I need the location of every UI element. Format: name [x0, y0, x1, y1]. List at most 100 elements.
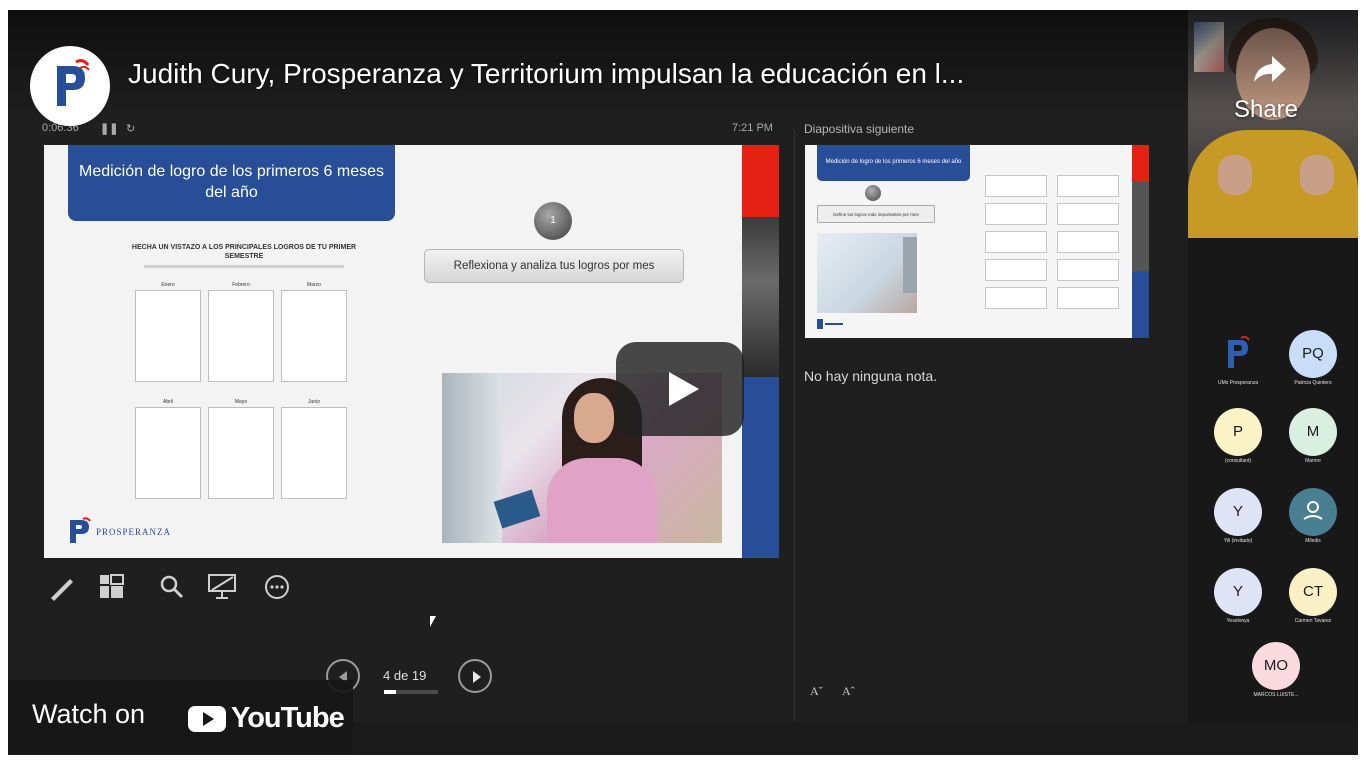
zoom-icon[interactable]	[156, 572, 188, 602]
youtube-wordmark: YouTube	[231, 702, 345, 734]
participant-name: MARCOS LUISTE...	[1253, 692, 1299, 698]
avatar	[1289, 488, 1337, 536]
video-title[interactable]: Judith Cury, Prosperanza y Territorium i…	[128, 58, 1203, 90]
next-slide-accent-red	[1132, 145, 1149, 181]
watch-on-label: Watch on	[32, 699, 146, 729]
participant-tile[interactable]: MO MARCOS LUISTE...	[1231, 642, 1311, 704]
participants-panel: UMx Prosperanza PQ Patricia Quintero P (…	[1188, 238, 1358, 722]
prosperanza-logo-icon	[70, 517, 91, 543]
month-label: Mayo	[234, 399, 248, 405]
participant-tile[interactable]: M Manrre	[1268, 408, 1348, 470]
avatar: CT	[1289, 568, 1337, 616]
screen-icon[interactable]	[206, 572, 238, 602]
avatar: PQ	[1289, 330, 1337, 378]
avatar	[1214, 330, 1262, 378]
month-label: Febrero	[232, 282, 250, 288]
next-slide-instruction: Define los logros más importantes por me…	[817, 205, 935, 223]
next-slide-preview[interactable]: Medición de logro de los primeros 6 mese…	[805, 145, 1149, 338]
month-label: Abril	[162, 399, 173, 405]
participant-tile[interactable]: CT Carmen Tavarez	[1268, 568, 1348, 630]
slide-counter: 4 de 19	[383, 668, 427, 683]
chevron-right-icon	[473, 671, 481, 683]
month-box	[208, 407, 274, 499]
participant-tile[interactable]: Y Yeselonya	[1193, 568, 1273, 630]
participant-tile[interactable]: Miledis	[1268, 488, 1348, 550]
prosperanza-logo-icon	[1228, 335, 1250, 368]
prosperanza-logo: PROSPERANZA	[66, 517, 170, 550]
month-label: Enero	[161, 282, 175, 288]
next-slide-accent-blue	[1132, 271, 1149, 338]
step-number-badge: 1	[534, 202, 572, 240]
month-box	[281, 290, 347, 382]
avatar: MO	[1252, 642, 1300, 690]
more-icon[interactable]	[261, 572, 293, 602]
next-slide-cell	[1057, 231, 1119, 253]
avatar: M	[1289, 408, 1337, 456]
slide-title: Medición de logro de los primeros 6 mese…	[68, 145, 395, 221]
channel-avatar[interactable]	[30, 46, 110, 126]
next-slide-cell	[985, 231, 1047, 253]
video-play-button[interactable]	[616, 342, 744, 436]
next-slide-photo	[817, 233, 917, 313]
participant-name: Miledis	[1305, 538, 1321, 544]
pen-icon[interactable]	[46, 572, 78, 602]
decrease-font-button[interactable]: Aˇ	[810, 684, 823, 699]
next-slide-title: Medición de logro de los primeros 6 mese…	[817, 145, 970, 181]
next-slide-cell	[1057, 203, 1119, 225]
next-slide-cell	[985, 259, 1047, 281]
increase-font-button[interactable]: Aˆ	[842, 684, 855, 699]
avatar: P	[1214, 408, 1262, 456]
mouse-cursor-icon	[430, 616, 436, 627]
person-icon	[1303, 501, 1323, 520]
slides-grid-icon[interactable]	[96, 572, 128, 602]
participant-name: Patricia Quintero	[1294, 380, 1332, 386]
watch-on-youtube-button[interactable]: Watch on YouTube	[8, 680, 353, 755]
next-slide-button[interactable]	[458, 659, 492, 693]
month-label: Marzo	[307, 282, 321, 288]
slide-accent-photo	[742, 217, 779, 377]
month-box	[281, 407, 347, 499]
participant-tile[interactable]: PQ Patricia Quintero	[1268, 330, 1348, 392]
clock: 7:21 PM	[732, 122, 773, 134]
next-slide-step-badge	[865, 185, 881, 201]
participant-tile[interactable]: UMx Prosperanza	[1193, 330, 1273, 392]
next-slide-cell	[1057, 259, 1119, 281]
next-slide-logo-icon	[817, 319, 843, 329]
speaker-notes: No hay ninguna nota.	[804, 368, 938, 384]
play-icon	[669, 372, 699, 406]
presenter-timer-bar: 0:06:36 ❚❚ ↻ 7:21 PM	[42, 122, 782, 138]
month-box	[135, 407, 201, 499]
next-slide-cell	[985, 175, 1047, 197]
embedded-video-player[interactable]: 0:06:36 ❚❚ ↻ 7:21 PM Diapositiva siguien…	[8, 10, 1358, 755]
next-slide-accent-photo	[1132, 181, 1149, 271]
month-box	[208, 290, 274, 382]
month-label: Junio	[308, 399, 320, 405]
avatar: Y	[1214, 568, 1262, 616]
slide-progress-bar	[384, 690, 438, 694]
participant-tile[interactable]: P (consultant)	[1193, 408, 1273, 470]
participant-name: Manrre	[1305, 458, 1321, 464]
slide-instruction: Reflexiona y analiza tus logros por mes	[424, 249, 684, 283]
share-label: Share	[1233, 96, 1299, 123]
worksheet-subheading	[144, 265, 344, 268]
next-slide-photo-strip	[903, 237, 917, 293]
slide-accent-red	[742, 145, 779, 217]
share-button[interactable]: Share	[1228, 48, 1304, 128]
next-slide-cell	[1057, 287, 1119, 309]
prosperanza-logo-icon	[57, 59, 90, 106]
pane-divider[interactable]	[794, 130, 795, 722]
participant-tile[interactable]: Y Yili (invitado)	[1193, 488, 1273, 550]
next-slide-label: Diapositiva siguiente	[804, 122, 915, 136]
next-slide-cell	[1057, 175, 1119, 197]
youtube-play-icon	[188, 706, 226, 732]
month-box	[135, 290, 201, 382]
participant-name: Carmen Tavarez	[1294, 618, 1332, 624]
reset-timer-icon[interactable]: ↻	[126, 122, 135, 135]
worksheet-heading: HECHA UN VISTAZO A LOS PRINCIPALES LOGRO…	[131, 244, 357, 261]
brand-wordmark: PROSPERANZA	[96, 527, 172, 537]
youtube-logo: YouTube	[188, 700, 345, 736]
share-icon	[1254, 56, 1286, 82]
slide-accent-blue	[742, 377, 779, 558]
next-slide-cell	[985, 203, 1047, 225]
next-slide-cell	[985, 287, 1047, 309]
